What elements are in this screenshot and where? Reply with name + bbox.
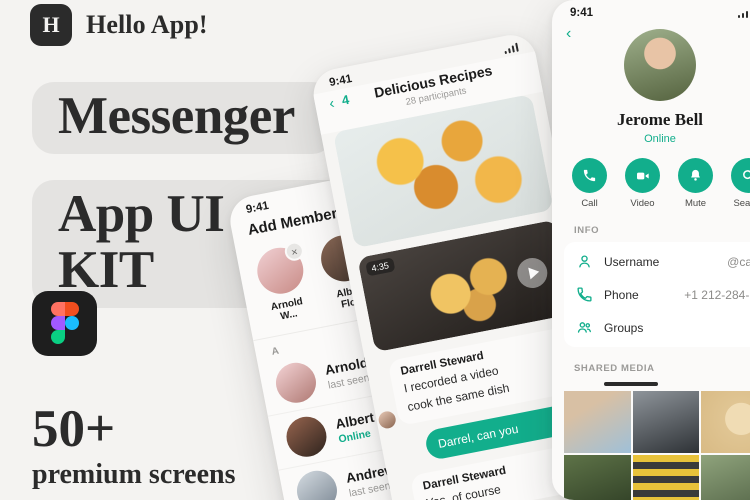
screen-count: 50+ bbox=[32, 400, 116, 458]
media-thumbnail[interactable] bbox=[632, 390, 700, 453]
info-row-groups[interactable]: Groups bbox=[564, 311, 750, 344]
video-button[interactable]: Video bbox=[623, 158, 662, 209]
info-value: +1 212-284-1 bbox=[684, 287, 750, 302]
scroll-indicator[interactable] bbox=[604, 382, 658, 386]
shared-media-heading: SHARED MEDIA bbox=[574, 363, 655, 374]
action-label: Search bbox=[733, 198, 750, 209]
avatar bbox=[283, 413, 330, 461]
info-row-username[interactable]: Username @car bbox=[564, 245, 750, 278]
profile-status: Online bbox=[644, 133, 676, 145]
media-thumbnail[interactable] bbox=[701, 454, 750, 500]
bell-icon bbox=[678, 158, 713, 193]
media-thumbnail[interactable] bbox=[564, 390, 631, 453]
phone-icon bbox=[577, 287, 592, 302]
search-icon bbox=[731, 158, 750, 193]
info-row-phone[interactable]: Phone +1 212-284-1 bbox=[564, 278, 750, 311]
app-logo-icon: H bbox=[30, 4, 72, 46]
groups-icon bbox=[577, 322, 591, 333]
play-icon[interactable] bbox=[514, 255, 550, 291]
action-label: Video bbox=[630, 198, 655, 209]
search-button[interactable]: Search bbox=[729, 158, 750, 209]
signal-icon bbox=[737, 8, 750, 18]
media-thumbnail[interactable] bbox=[701, 390, 750, 453]
avatar bbox=[293, 467, 341, 500]
screen-count-caption: premium screens bbox=[32, 459, 236, 490]
status-time: 9:41 bbox=[570, 7, 594, 19]
info-value: @car bbox=[727, 254, 750, 269]
info-heading: INFO bbox=[574, 225, 600, 236]
selected-member-chip[interactable]: × Arnold W... bbox=[250, 240, 315, 326]
info-label: Phone bbox=[604, 287, 639, 302]
brand-row: H Hello App! bbox=[30, 4, 208, 46]
status-bar: 9:41 bbox=[552, 0, 750, 21]
unread-count: 4 bbox=[340, 91, 351, 108]
selected-member-name: Arnold W... bbox=[270, 296, 304, 323]
video-duration: 4:35 bbox=[365, 257, 395, 277]
avatar bbox=[272, 359, 320, 407]
shared-media-grid bbox=[552, 390, 750, 500]
media-thumbnail[interactable] bbox=[564, 454, 631, 500]
action-label: Call bbox=[581, 198, 598, 209]
info-label: Username bbox=[604, 254, 660, 269]
phone-profile-screen: 9:41 ‹ Jerome Bell Online Call Video Mut… bbox=[552, 0, 750, 500]
user-icon bbox=[579, 255, 590, 268]
headline-line-1: Messenger bbox=[58, 87, 295, 145]
phone-icon bbox=[572, 158, 607, 193]
avatar bbox=[624, 29, 696, 101]
brand-title: Hello App! bbox=[86, 10, 208, 39]
mute-button[interactable]: Mute bbox=[676, 158, 715, 209]
poster-canvas: H Hello App! Messenger App UI KIT 50+ pr… bbox=[0, 0, 750, 500]
headline-pill-messenger: Messenger bbox=[32, 82, 334, 155]
profile-name: Jerome Bell bbox=[616, 110, 704, 129]
chevron-left-icon[interactable]: ‹ bbox=[328, 95, 336, 113]
profile-actions: Call Video Mute Search bbox=[552, 145, 750, 209]
signal-icon bbox=[503, 42, 519, 54]
info-card: Username @car Phone +1 212-284-1 Groups bbox=[564, 242, 750, 347]
avatar bbox=[377, 410, 398, 431]
call-button[interactable]: Call bbox=[570, 158, 609, 209]
info-label: Groups bbox=[604, 320, 644, 335]
video-camera-icon bbox=[625, 158, 660, 193]
action-label: Mute bbox=[684, 198, 707, 209]
media-thumbnail[interactable] bbox=[632, 454, 700, 500]
figma-logo-icon bbox=[32, 291, 97, 356]
